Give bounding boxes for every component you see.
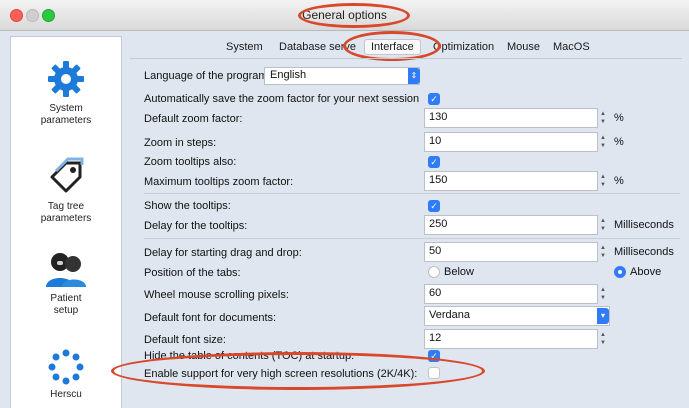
tabs-position-above-radio[interactable]	[614, 266, 626, 278]
sidebar-item-label: Tag tree parameters	[40, 201, 92, 224]
chevron-updown-icon: ⇕	[408, 68, 420, 84]
hide-toc-label: Hide the table of contents (TOC) at star…	[144, 350, 355, 362]
delay-drag-label: Delay for starting drag and drop:	[144, 247, 302, 259]
sidebar-item-tag-tree-parameters[interactable]: Tag tree parameters	[11, 157, 121, 225]
zoom-tooltips-checkbox[interactable]: ✓	[428, 156, 440, 168]
autosave-zoom-label: Automatically save the zoom factor for y…	[144, 93, 420, 105]
max-tooltips-zoom-unit: %	[614, 175, 624, 187]
default-zoom-stepper[interactable]: ▲ ▼	[599, 108, 609, 128]
default-zoom-unit: %	[614, 112, 624, 124]
window-title: General options	[302, 8, 387, 22]
tab-database-server[interactable]: Database serve	[279, 41, 356, 53]
separator	[144, 238, 680, 239]
delay-tooltips-label: Delay for the tooltips:	[144, 220, 248, 232]
chevron-down-icon: ▾	[597, 308, 609, 324]
delay-drag-stepper[interactable]: ▲ ▼	[599, 242, 609, 262]
default-font-size-label: Default font size:	[144, 334, 226, 346]
tab-interface[interactable]: Interface	[364, 39, 421, 55]
delay-drag-unit: Milliseconds	[614, 246, 674, 258]
high-res-checkbox[interactable]	[428, 367, 440, 379]
language-select-value: English	[270, 69, 307, 81]
gear-icon	[48, 61, 84, 97]
high-res-label: Enable support for very high screen reso…	[144, 368, 418, 380]
wheel-scroll-field[interactable]: 60	[424, 284, 598, 304]
sidebar-item-label: Patient setup	[50, 293, 82, 316]
sidebar: System parameters Tag tree parameters Pati…	[10, 36, 122, 408]
default-font-size-field[interactable]: 12	[424, 329, 598, 349]
default-font-select[interactable]: Verdana	[424, 306, 610, 326]
zoom-tooltips-label: Zoom tooltips also:	[144, 156, 237, 168]
delay-tooltips-field[interactable]: 250	[424, 215, 598, 235]
sidebar-item-herscu[interactable]: Herscu	[11, 349, 121, 401]
show-tooltips-checkbox[interactable]: ✓	[428, 200, 440, 212]
default-font-size-stepper[interactable]: ▲ ▼	[599, 329, 609, 349]
tab-system[interactable]: System	[226, 41, 263, 53]
delay-drag-field[interactable]: 50	[424, 242, 598, 262]
default-zoom-field[interactable]: 130	[424, 108, 598, 128]
wheel-scroll-label: Wheel mouse scrolling pixels:	[144, 289, 289, 301]
sidebar-item-system-parameters[interactable]: System parameters	[11, 59, 121, 127]
tab-mouse[interactable]: Mouse	[507, 41, 540, 53]
delay-tooltips-unit: Milliseconds	[614, 219, 674, 231]
default-zoom-label: Default zoom factor:	[144, 113, 243, 125]
tag-icon	[50, 157, 84, 193]
title-bar: General options	[0, 0, 689, 31]
circle-dots-icon	[48, 349, 84, 385]
autosave-zoom-checkbox[interactable]: ✓	[428, 93, 440, 105]
language-label: Language of the program:	[144, 70, 271, 82]
tabs-position-below-radio[interactable]	[428, 266, 440, 278]
tab-optimization[interactable]: Optimization	[433, 41, 494, 53]
zoom-steps-label: Zoom in steps:	[144, 137, 217, 149]
language-select[interactable]: English	[264, 67, 420, 85]
zoom-steps-field[interactable]: 10	[424, 132, 598, 152]
max-tooltips-zoom-field[interactable]: 150	[424, 171, 598, 191]
default-font-label: Default font for documents:	[144, 312, 277, 324]
tab-macos[interactable]: MacOS	[553, 41, 590, 53]
zoom-steps-unit: %	[614, 136, 624, 148]
wheel-scroll-stepper[interactable]: ▲ ▼	[599, 284, 609, 304]
sidebar-item-label: Herscu	[50, 389, 82, 400]
tabs-position-above-label: Above	[630, 266, 662, 278]
patients-icon	[46, 253, 86, 287]
separator	[144, 193, 680, 194]
delay-tooltips-stepper[interactable]: ▲ ▼	[599, 215, 609, 235]
hide-toc-checkbox[interactable]: ✓	[428, 350, 440, 362]
tabs-position-label: Position of the tabs:	[144, 267, 241, 279]
max-tooltips-zoom-stepper[interactable]: ▲ ▼	[599, 171, 609, 191]
tabs-position-below-label: Below	[444, 266, 474, 278]
max-tooltips-zoom-label: Maximum tooltips zoom factor:	[144, 176, 294, 188]
zoom-steps-stepper[interactable]: ▲ ▼	[599, 132, 609, 152]
sidebar-item-patient-setup[interactable]: Patient setup	[11, 249, 121, 317]
show-tooltips-label: Show the tooltips:	[144, 200, 231, 212]
sidebar-item-label: System parameters	[40, 103, 92, 126]
